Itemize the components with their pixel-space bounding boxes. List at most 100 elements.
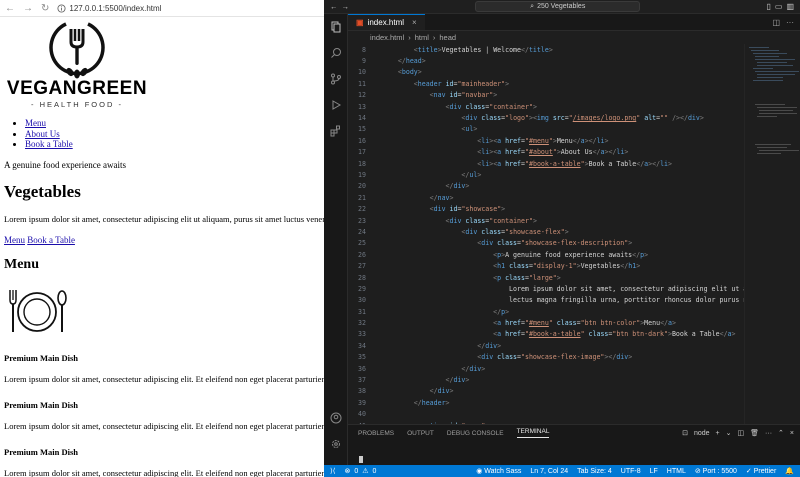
more-actions-icon[interactable]: ··· — [765, 430, 772, 437]
live-server-port[interactable]: ⊘ Port : 5500 — [695, 467, 737, 475]
split-editor-icon[interactable]: ◫ — [772, 18, 780, 27]
cursor-position[interactable]: Ln 7, Col 24 — [530, 468, 568, 475]
explorer-icon[interactable] — [324, 14, 347, 40]
run-debug-icon[interactable] — [324, 92, 347, 118]
close-panel-icon[interactable]: × — [790, 430, 794, 437]
code-line[interactable]: 9 </head> — [348, 55, 744, 66]
trash-icon[interactable]: 🗑 — [750, 429, 759, 437]
code-line[interactable]: 8 <title>Vegetables | Welcome</title> — [348, 44, 744, 55]
reload-icon[interactable]: ↻ — [41, 3, 49, 14]
watch-sass-status[interactable]: ◉ Watch Sass — [476, 467, 521, 475]
terminal-cursor[interactable] — [359, 456, 363, 463]
site-nav: Menu About Us Book a Table — [25, 118, 324, 150]
cta-links: Menu Book a Table — [4, 235, 324, 245]
forward-icon[interactable]: → — [342, 2, 350, 11]
code-line[interactable]: 32 <a href="#menu" class="btn btn-color"… — [348, 317, 744, 328]
code-line[interactable]: 23 <div class="container"> — [348, 215, 744, 226]
code-line[interactable]: 24 <div class="showcase-flex"> — [348, 226, 744, 237]
code-text: <h1 class="display-1">Vegetables</h1> — [493, 262, 641, 271]
code-line[interactable]: 18 <li><a href="#book-a-table">Book a Ta… — [348, 158, 744, 169]
code-line[interactable]: 11 <header id="mainheader"> — [348, 78, 744, 89]
problems-status[interactable]: ⊗ 0 ⚠ 0 — [344, 467, 376, 476]
forward-arrow-icon[interactable]: → — [23, 3, 33, 14]
layout-icon[interactable]: ▥ — [786, 2, 794, 11]
code-line[interactable]: 16 <li><a href="#menu">Menu</a></li> — [348, 135, 744, 146]
chevron-down-icon[interactable]: ⌄ — [726, 429, 732, 437]
book-table-link[interactable]: Book a Table — [27, 235, 75, 245]
code-text: <body> — [397, 68, 422, 77]
code-line[interactable]: 37 </div> — [348, 374, 744, 385]
split-terminal-icon[interactable]: ◫ — [738, 429, 745, 437]
code-line[interactable]: 33 <a href="#book-a-table" class="btn bt… — [348, 329, 744, 340]
terminal-name[interactable]: node — [694, 430, 710, 437]
code-line[interactable]: 29 Lorem ipsum dolor sit amet, consectet… — [348, 283, 744, 294]
code-line[interactable]: 19 </ul> — [348, 169, 744, 180]
code-line[interactable]: 39 </header> — [348, 397, 744, 408]
code-line[interactable]: 38 </div> — [348, 386, 744, 397]
back-icon[interactable]: ← — [330, 2, 338, 11]
code-line[interactable]: 36 </div> — [348, 363, 744, 374]
error-icon: ⊗ — [344, 468, 351, 475]
toggle-sidebar-icon[interactable]: ▯ — [766, 2, 770, 11]
code-text: <a href="#book-a-table" class="btn btn-d… — [493, 330, 736, 339]
bell-icon[interactable]: 🔔 — [785, 467, 794, 475]
breadcrumb-file[interactable]: index.html — [370, 33, 404, 42]
code-line[interactable]: 20 </div> — [348, 181, 744, 192]
code-line[interactable]: 26 <p>A genuine food experience awaits</… — [348, 249, 744, 260]
brand-subtitle: - HEALTH FOOD - — [31, 100, 123, 109]
remote-icon[interactable]: ⟩⟨ — [330, 467, 335, 475]
code-line[interactable]: 28 <p class="large"> — [348, 272, 744, 283]
code-line[interactable]: 14 <div class="logo"><img src="/images/l… — [348, 112, 744, 123]
line-number: 13 — [358, 102, 366, 111]
code-editor[interactable]: 8 <title>Vegetables | Welcome</title> 9 <… — [348, 44, 744, 424]
breadcrumb-head[interactable]: head — [439, 33, 456, 42]
code-line[interactable]: 22 <div id="showcase"> — [348, 203, 744, 214]
menu-link[interactable]: Menu — [4, 235, 25, 245]
tab-size[interactable]: Tab Size: 4 — [577, 468, 612, 475]
account-icon[interactable] — [324, 405, 348, 431]
code-line[interactable]: 21 </nav> — [348, 192, 744, 203]
line-number: 22 — [358, 205, 366, 214]
back-arrow-icon[interactable]: ← — [5, 3, 15, 14]
code-line[interactable]: 13 <div class="container"> — [348, 101, 744, 112]
nav-link-about[interactable]: About Us — [25, 129, 60, 139]
new-terminal-plus-icon[interactable]: + — [716, 430, 720, 437]
more-actions-icon[interactable]: ··· — [786, 18, 794, 27]
address-bar[interactable]: 127.0.0.1:5500/index.html — [57, 4, 161, 13]
code-line[interactable]: 25 <div class="showcase-flex-description… — [348, 238, 744, 249]
settings-gear-icon[interactable] — [324, 431, 348, 457]
minimap[interactable] — [744, 44, 800, 424]
code-line[interactable]: 17 <li><a href="#about">About Us</a></li… — [348, 147, 744, 158]
code-line[interactable]: 10 <body> — [348, 67, 744, 78]
line-number: 16 — [358, 136, 366, 145]
code-line[interactable]: 31 </p> — [348, 306, 744, 317]
tab-debug-console[interactable]: DEBUG CONSOLE — [447, 430, 504, 437]
code-line[interactable]: 34 </div> — [348, 340, 744, 351]
tab-index-html[interactable]: ▣ index.html × — [348, 14, 425, 30]
code-text: Lorem ipsum dolor sit amet, consectetur … — [509, 284, 744, 293]
tab-problems[interactable]: PROBLEMS — [358, 430, 394, 437]
maximize-panel-icon[interactable]: ⌃ — [778, 429, 784, 437]
tab-terminal[interactable]: TERMINAL — [516, 428, 550, 438]
language-mode[interactable]: HTML — [667, 468, 686, 475]
code-line[interactable]: 27 <h1 class="display-1">Vegetables</h1> — [348, 260, 744, 271]
toggle-panel-icon[interactable]: ▭ — [775, 2, 783, 11]
prettier-status[interactable]: ✓ Prettier — [746, 467, 776, 475]
code-line[interactable]: 35 <div class="showcase-flex-image"></di… — [348, 352, 744, 363]
search-icon[interactable] — [324, 40, 347, 66]
command-center[interactable]: ⌕ 250 Vegetables — [475, 1, 641, 12]
source-control-icon[interactable] — [324, 66, 347, 92]
nav-link-book[interactable]: Book a Table — [25, 139, 73, 149]
breadcrumb-html[interactable]: html — [415, 33, 429, 42]
code-line[interactable]: 40 — [348, 409, 744, 420]
site-logo[interactable]: VEGANGREEN - HEALTH FOOD - — [4, 17, 150, 109]
tab-output[interactable]: OUTPUT — [407, 430, 434, 437]
encoding[interactable]: UTF-8 — [621, 468, 641, 475]
extensions-icon[interactable] — [324, 118, 347, 144]
nav-link-menu[interactable]: Menu — [25, 118, 46, 128]
line-ending[interactable]: LF — [650, 468, 658, 475]
close-icon[interactable]: × — [412, 18, 417, 27]
code-line[interactable]: 30 lectus magna fringilla urna, porttito… — [348, 295, 744, 306]
code-line[interactable]: 12 <nav id="navbar"> — [348, 90, 744, 101]
code-line[interactable]: 15 <ul> — [348, 124, 744, 135]
